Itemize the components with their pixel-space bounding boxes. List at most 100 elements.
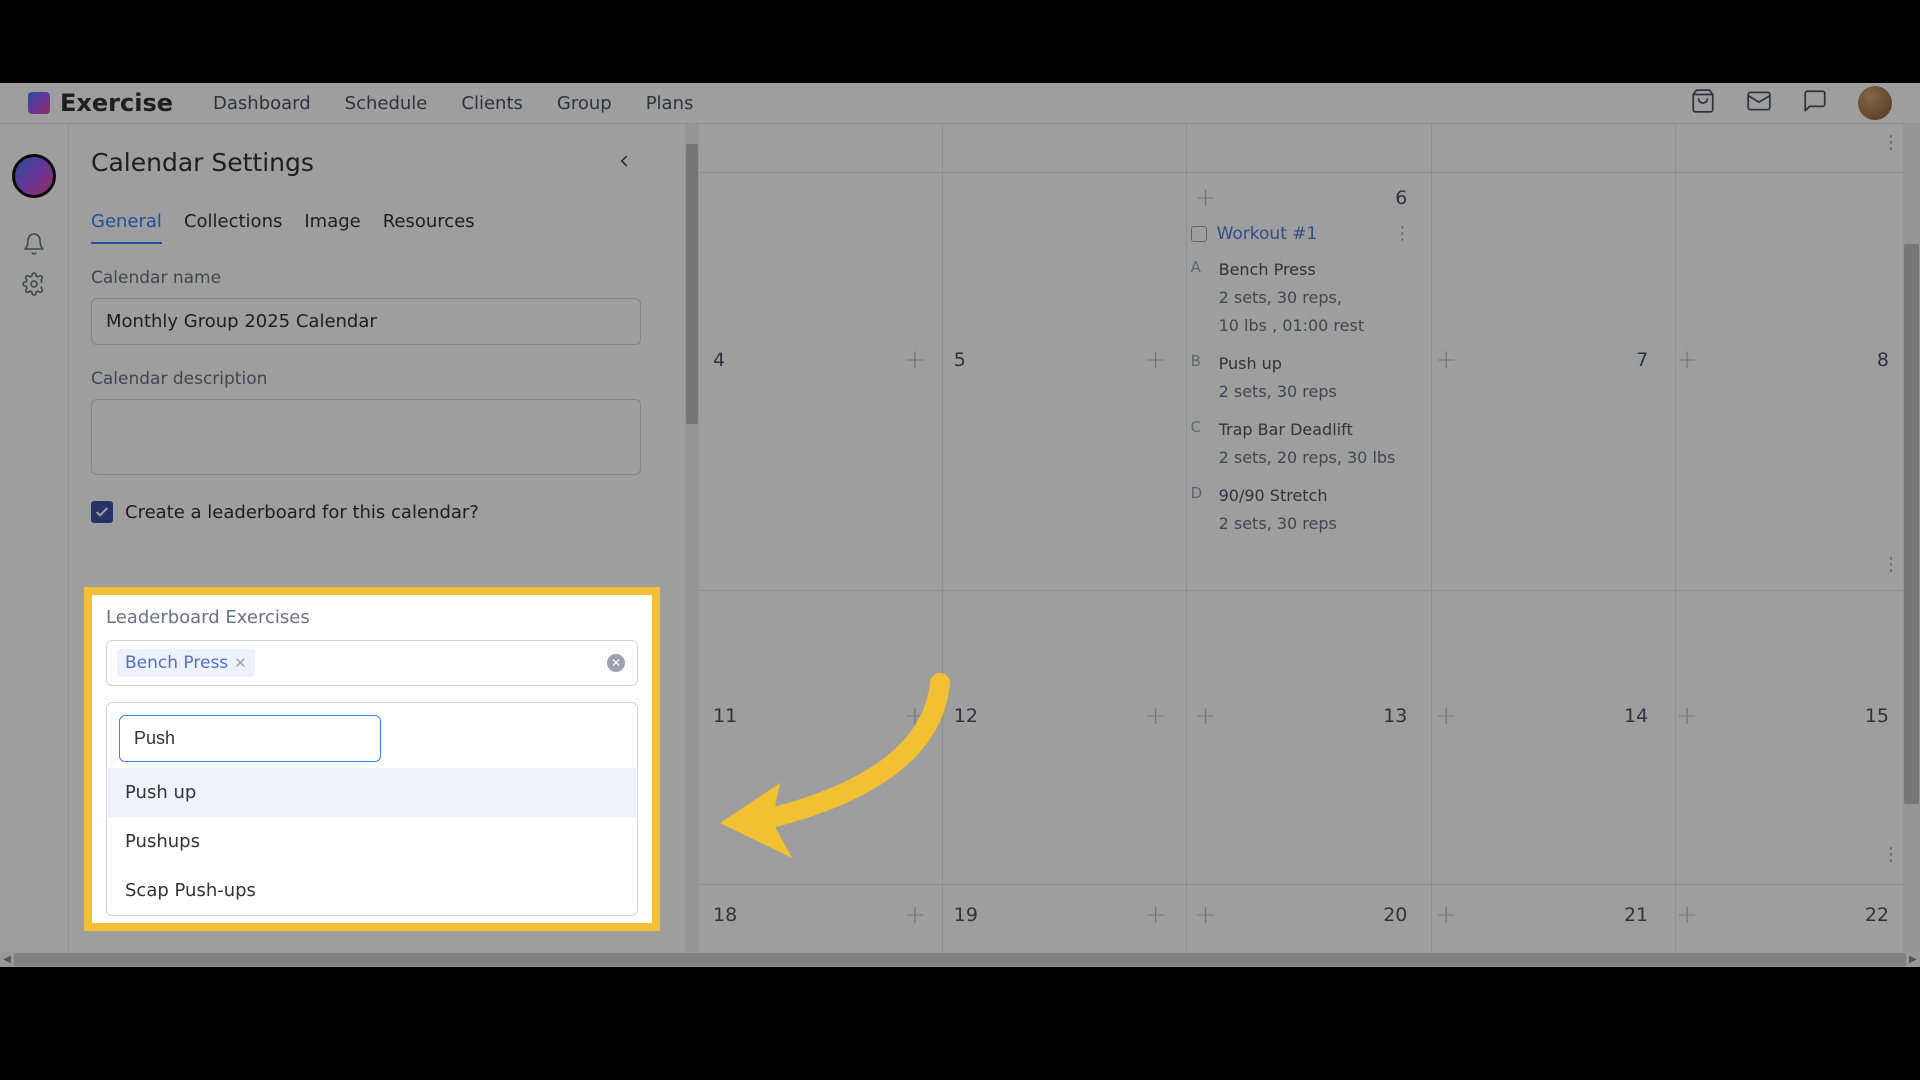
exercise-name: 90/90 Stretch [1219, 484, 1337, 508]
clear-all-icon[interactable]: ✕ [607, 654, 625, 672]
add-icon[interactable]: + [1145, 701, 1167, 731]
exercise-row: CTrap Bar Deadlift2 sets, 20 reps, 30 lb… [1191, 418, 1412, 470]
tab-resources[interactable]: Resources [383, 211, 475, 244]
settings-scrollbar[interactable] [685, 124, 699, 952]
add-icon[interactable]: + [1435, 900, 1457, 930]
tag-label: Bench Press [125, 653, 228, 673]
nav-clients[interactable]: Clients [461, 93, 523, 114]
add-icon[interactable]: + [1435, 345, 1457, 375]
scroll-left-icon[interactable]: ◀ [0, 952, 14, 967]
brand[interactable]: Exercise [28, 89, 173, 117]
exercise-name: Trap Bar Deadlift [1219, 418, 1396, 442]
checkbox-checked-icon[interactable] [91, 501, 113, 523]
exercise-name: Bench Press [1219, 258, 1365, 282]
day-cell[interactable]: +14 [1421, 591, 1662, 840]
calendar-row-3: 18 + 19 + +20 +21 +22 [699, 884, 1903, 944]
day-cell[interactable]: +8 [1662, 173, 1903, 547]
day-cell[interactable]: 12+ [940, 591, 1181, 840]
mail-icon[interactable] [1746, 88, 1772, 118]
calendar-row-1: 4+ 5+ +6 Workout #1 ⋮ ABench Press2 sets… [699, 172, 1903, 547]
left-rail [0, 124, 69, 952]
scrollbar-thumb[interactable] [1904, 244, 1919, 804]
day-cell[interactable]: +20 [1181, 885, 1422, 944]
panel-title: Calendar Settings [91, 148, 645, 177]
user-avatar[interactable] [1858, 86, 1892, 120]
add-icon[interactable]: + [904, 900, 926, 930]
calendar-description-input[interactable] [91, 399, 641, 475]
topbar-actions [1690, 86, 1892, 120]
calendar-name-input[interactable] [91, 298, 641, 345]
selected-tag[interactable]: Bench Press ✕ [117, 649, 255, 677]
add-icon[interactable]: + [1676, 701, 1698, 731]
row-more-icon[interactable]: ⋮ [1882, 554, 1898, 575]
day-number: 4 [713, 349, 725, 371]
exercise-name: Push up [1219, 352, 1337, 376]
collapse-panel-button[interactable] [615, 152, 633, 174]
add-icon[interactable]: + [904, 345, 926, 375]
selected-exercises-input[interactable]: Bench Press ✕ ✕ [106, 640, 638, 686]
day-cell[interactable]: 19 + [940, 885, 1181, 944]
day-cell[interactable]: +15 [1662, 591, 1903, 840]
tab-collections[interactable]: Collections [184, 211, 282, 244]
row-more-icon[interactable]: ⋮ [1882, 844, 1898, 865]
shopping-bag-icon[interactable] [1690, 88, 1716, 118]
day-number: 21 [1624, 904, 1648, 926]
dropdown-option[interactable]: Scap Push-ups [107, 866, 637, 915]
tab-general[interactable]: General [91, 211, 162, 244]
scroll-right-icon[interactable]: ▶ [1906, 952, 1920, 967]
tab-image[interactable]: Image [304, 211, 360, 244]
nav-group[interactable]: Group [557, 93, 612, 114]
nav-plans[interactable]: Plans [646, 93, 694, 114]
day-cell[interactable]: +13 [1181, 591, 1422, 840]
app-viewport: Exercise Dashboard Schedule Clients Grou… [0, 83, 1920, 967]
workout-checkbox[interactable] [1191, 226, 1207, 242]
day-cell[interactable]: +6 Workout #1 ⋮ ABench Press2 sets, 30 r… [1181, 173, 1422, 547]
horizontal-scrollbar[interactable]: ◀ ▶ [0, 952, 1920, 967]
label-calendar-name: Calendar name [91, 268, 645, 288]
add-icon[interactable]: + [1145, 900, 1167, 930]
nav-dashboard[interactable]: Dashboard [213, 93, 311, 114]
dropdown-option[interactable]: Pushups [107, 817, 637, 866]
scrollbar-thumb[interactable] [686, 144, 698, 424]
remove-tag-icon[interactable]: ✕ [234, 654, 247, 672]
primary-nav: Dashboard Schedule Clients Group Plans [213, 93, 693, 114]
add-icon[interactable]: + [1435, 701, 1457, 731]
day-cell[interactable]: 4+ [699, 173, 940, 547]
add-icon[interactable]: + [1195, 701, 1217, 731]
calendar-scrollbar[interactable] [1903, 124, 1920, 952]
day-cell[interactable]: 5+ [940, 173, 1181, 547]
add-icon[interactable]: + [1676, 345, 1698, 375]
dropdown-option[interactable]: Push up [107, 768, 637, 817]
org-avatar[interactable] [12, 154, 56, 198]
day-cell[interactable]: +22 [1662, 885, 1903, 944]
settings-tabs: General Collections Image Resources [91, 211, 645, 244]
chat-icon[interactable] [1802, 88, 1828, 118]
scrollbar-thumb[interactable] [14, 953, 1906, 966]
workout-card[interactable]: Workout #1 ⋮ ABench Press2 sets, 30 reps… [1191, 223, 1412, 536]
day-number: 18 [713, 904, 737, 926]
day-number: 19 [954, 904, 978, 926]
leaderboard-checkbox-label: Create a leaderboard for this calendar? [125, 502, 479, 523]
day-cell[interactable]: +21 [1421, 885, 1662, 944]
leaderboard-exercises-label: Leaderboard Exercises [106, 607, 638, 628]
leaderboard-checkbox-row[interactable]: Create a leaderboard for this calendar? [91, 501, 645, 523]
day-cell[interactable]: 18 + [699, 885, 940, 944]
add-icon[interactable]: + [1195, 183, 1217, 213]
day-number: 15 [1865, 705, 1889, 727]
workout-more-icon[interactable]: ⋮ [1393, 223, 1411, 244]
nav-schedule[interactable]: Schedule [345, 93, 428, 114]
exercise-search-input[interactable] [119, 715, 381, 762]
add-icon[interactable]: + [1145, 345, 1167, 375]
day-number: 20 [1383, 904, 1407, 926]
calendar-more-icon[interactable]: ⋮ [1882, 132, 1898, 153]
exercise-row: BPush up2 sets, 30 reps [1191, 352, 1412, 404]
day-number: 8 [1877, 349, 1889, 371]
bell-icon[interactable] [22, 232, 46, 260]
add-icon[interactable]: + [1195, 900, 1217, 930]
day-cell[interactable]: +7 [1421, 173, 1662, 547]
day-number: 22 [1865, 904, 1889, 926]
gear-icon[interactable] [22, 272, 46, 300]
add-icon[interactable]: + [1676, 900, 1698, 930]
workout-title[interactable]: Workout #1 [1217, 224, 1318, 244]
day-number: 14 [1624, 705, 1648, 727]
